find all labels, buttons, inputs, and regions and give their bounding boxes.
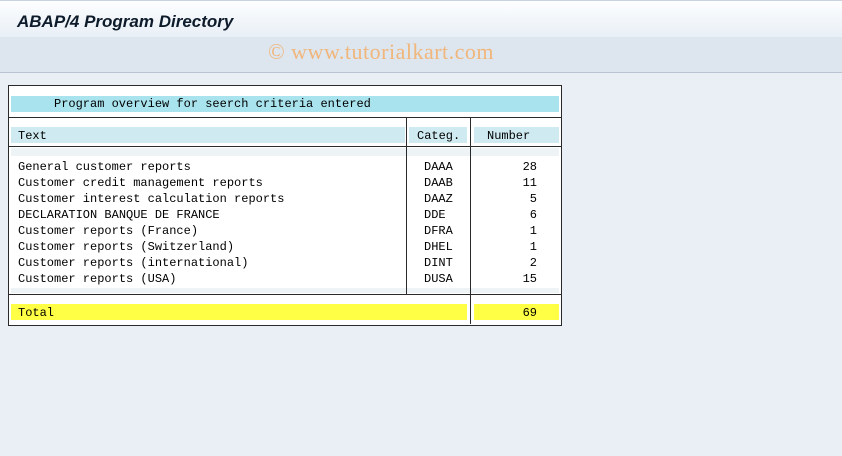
- row-categ: DUSA: [424, 272, 453, 286]
- row-categ: DINT: [424, 256, 453, 270]
- column-header-categ[interactable]: Categ.: [417, 129, 460, 143]
- row-number: 1: [529, 224, 537, 238]
- row-categ: DAAZ: [424, 192, 453, 206]
- row-categ: DFRA: [424, 224, 453, 238]
- row-categ: DDE: [424, 208, 446, 222]
- row-number: 15: [522, 272, 537, 286]
- row-text: Customer interest calculation reports: [18, 192, 285, 206]
- row-number: 5: [529, 192, 537, 206]
- row-text: Customer reports (USA): [18, 272, 177, 286]
- report-area: Program overview for seerch criteria ent…: [0, 73, 842, 456]
- total-label: Total: [18, 306, 55, 320]
- row-number: 28: [522, 160, 537, 174]
- total-label-bg: [11, 304, 467, 320]
- row-categ: DAAA: [424, 160, 453, 174]
- row-categ: DHEL: [424, 240, 453, 254]
- header-cell-bg: [11, 127, 405, 143]
- divider: [9, 146, 561, 147]
- row-text: Customer credit management reports: [18, 176, 263, 190]
- row-number: 2: [529, 256, 537, 270]
- spacer-row: [11, 288, 559, 293]
- row-number: 1: [529, 240, 537, 254]
- column-separator: [406, 117, 407, 294]
- window-title: ABAP/4 Program Directory: [17, 12, 234, 31]
- column-separator: [470, 117, 471, 324]
- title-bar: ABAP/4 Program Directory: [0, 0, 842, 38]
- divider: [9, 117, 561, 118]
- report-heading: Program overview for seerch criteria ent…: [54, 97, 371, 111]
- row-text: Customer reports (France): [18, 224, 199, 238]
- row-text: Customer reports (international): [18, 256, 249, 270]
- row-text: DECLARATION BANQUE DE FRANCE: [18, 208, 220, 222]
- row-text: Customer reports (Switzerland): [18, 240, 235, 254]
- row-number: 11: [522, 176, 537, 190]
- row-categ: DAAB: [424, 176, 453, 190]
- divider: [9, 294, 561, 295]
- column-header-number[interactable]: Number: [487, 129, 530, 143]
- watermark: © www.tutorialkart.com: [267, 39, 495, 64]
- column-header-text[interactable]: Text: [18, 129, 47, 143]
- spacer-row: [11, 148, 559, 156]
- application-toolbar: © www.tutorialkart.com: [0, 37, 842, 73]
- total-value: 69: [522, 306, 537, 320]
- row-text: General customer reports: [18, 160, 191, 174]
- row-number: 6: [529, 208, 537, 222]
- program-overview-list: Program overview for seerch criteria ent…: [8, 85, 562, 326]
